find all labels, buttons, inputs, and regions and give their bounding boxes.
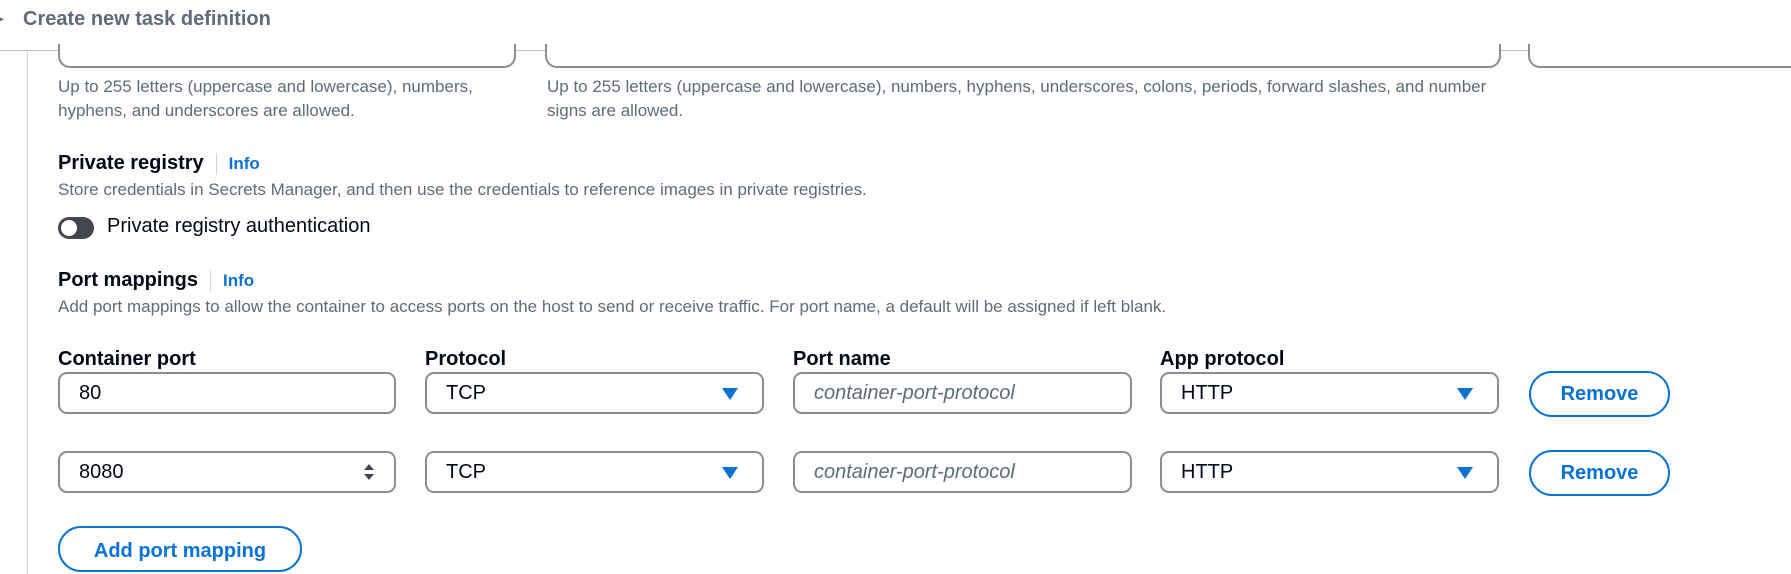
image-uri-input[interactable] <box>58 44 516 68</box>
decrement-icon[interactable] <box>364 474 374 480</box>
private-registry-title: Private registry <box>58 152 204 174</box>
private-registry-info-link[interactable]: Info <box>229 154 260 174</box>
toggle-knob <box>61 220 77 236</box>
caret-down-icon <box>722 467 738 479</box>
port-name-input[interactable]: container-port-protocol <box>793 451 1132 493</box>
private-registry-description: Store credentials in Secrets Manager, an… <box>58 180 867 199</box>
container-name-help: Up to 255 letters (uppercase and lowerca… <box>547 77 1487 120</box>
app-protocol-value: HTTP <box>1181 381 1234 404</box>
divider <box>210 269 212 292</box>
private-registry-toggle[interactable] <box>58 217 94 239</box>
app-protocol-value: HTTP <box>1181 460 1234 483</box>
protocol-value: TCP <box>446 381 486 404</box>
port-name-label: Port name <box>793 348 891 370</box>
private-registry-heading: Private registry Info <box>58 152 260 175</box>
add-port-mapping-button[interactable]: Add port mapping <box>58 526 302 572</box>
container-name-input[interactable] <box>545 44 1501 68</box>
protocol-select[interactable]: TCP <box>425 451 764 493</box>
remove-port-mapping-button[interactable]: Remove <box>1529 450 1670 496</box>
private-registry-toggle-label[interactable]: Private registry authentication <box>107 215 370 238</box>
container-port-label: Container port <box>58 348 196 370</box>
app-protocol-select[interactable]: HTTP <box>1160 372 1499 414</box>
divider <box>215 152 217 175</box>
page-title: Create new task definition <box>23 8 271 30</box>
port-mappings-heading: Port mappings Info <box>58 269 254 292</box>
caret-down-icon <box>1457 467 1473 479</box>
caret-down-icon <box>722 388 738 400</box>
container-port-input[interactable]: 80 <box>58 372 396 414</box>
container-port-value: 8080 <box>79 460 124 483</box>
port-mappings-info-link[interactable]: Info <box>223 271 254 291</box>
remove-port-mapping-button[interactable]: Remove <box>1529 371 1670 417</box>
essential-select[interactable] <box>1528 44 1791 68</box>
content-divider <box>27 50 28 574</box>
chevron-right-icon[interactable]: ▸ <box>0 10 4 27</box>
protocol-select[interactable]: TCP <box>425 372 764 414</box>
protocol-label: Protocol <box>425 348 507 370</box>
port-name-input[interactable]: container-port-protocol <box>793 372 1132 414</box>
protocol-value: TCP <box>446 460 486 483</box>
container-port-input[interactable]: 8080 <box>58 451 396 493</box>
port-mappings-description: Add port mappings to allow the container… <box>58 297 1167 316</box>
app-protocol-label: App protocol <box>1160 348 1285 370</box>
caret-down-icon <box>1457 388 1473 400</box>
app-protocol-select[interactable]: HTTP <box>1160 451 1499 493</box>
number-spinner[interactable] <box>364 462 376 482</box>
port-mappings-title: Port mappings <box>58 269 199 291</box>
image-uri-help: Up to 255 letters (uppercase and lowerca… <box>58 77 473 120</box>
increment-icon[interactable] <box>364 464 374 470</box>
